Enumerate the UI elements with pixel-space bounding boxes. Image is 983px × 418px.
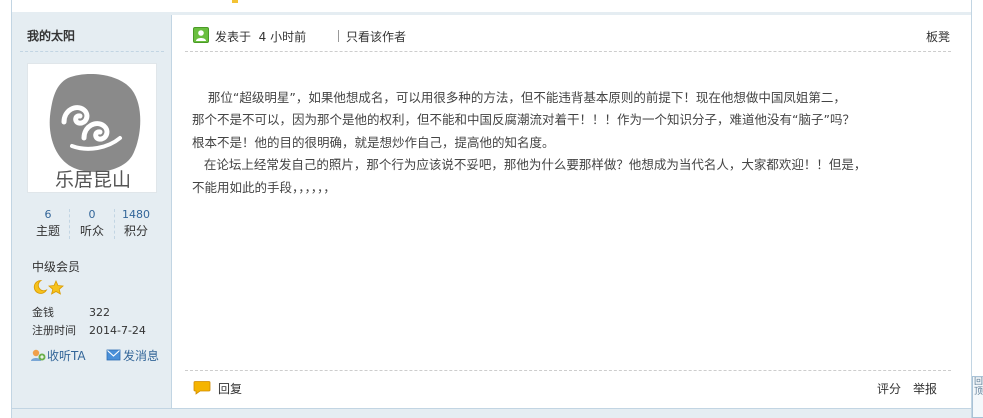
only-author-link[interactable]: 只看该作者 [346,28,406,45]
money-row: 金钱 322 [32,304,110,320]
regtime-row: 注册时间 2014-7-24 [32,322,146,338]
star-icon [48,280,64,295]
posted-time-value: 4 小时前 [258,30,307,44]
rank-icons [32,279,72,295]
reply-icon [193,381,211,395]
content-line: 那个不是不可以，因为那个是他的权利，但不能和中国反腐潮流对着干！！！作为一个知识… [192,112,855,127]
send-message-label[interactable]: 发消息 [123,347,159,364]
previous-post-bottom [12,0,971,15]
stat-points-value[interactable]: 1480 [114,207,158,222]
author-sidebar: 我的太阳 乐居昆山 6 主题 0 听众 1480 积分 中级会员 金钱 322 … [12,15,172,408]
follow-label[interactable]: 收听TA [47,347,86,364]
avatar[interactable]: 乐居昆山 [27,63,157,193]
stat-points[interactable]: 1480 积分 [114,207,158,241]
content-line: 不能用如此的手段，，，，，， [192,179,336,195]
online-author-icon [193,27,209,43]
money-label: 金钱 [32,306,54,319]
svg-text:乐居昆山: 乐居昆山 [55,169,131,191]
content-line: 根本不是！他的目的很明确，就是想炒作自己，提高他的知名度。 [192,134,555,150]
regtime-value: 2014-7-24 [89,324,146,337]
regtime-label: 注册时间 [32,324,76,337]
post-main: 发表于 4 小时前 只看该作者 板凳 那位“超级明星”，如果他想成名，可以用很多… [173,15,971,408]
stat-threads-label: 主题 [35,224,60,238]
stat-followers-label: 听众 [79,224,104,238]
right-frame-border [971,0,972,418]
stat-followers-value[interactable]: 0 [70,207,114,222]
reply-label[interactable]: 回复 [218,380,242,397]
envelope-icon [106,349,121,361]
footer-divider [185,370,951,371]
header-divider [185,51,951,52]
post-time: 发表于 4 小时前 [215,28,306,45]
next-post-divider [12,408,971,418]
back-to-top-button[interactable]: 回 顶 [972,376,983,418]
user-grade[interactable]: 中级会员 [32,258,80,275]
content-line: 在论坛上经常发自己的照片，那个行为应该说不妥吧，那他为什么要那样做？他想成为当代… [192,157,867,172]
post-header: 发表于 4 小时前 只看该作者 板凳 [193,27,953,47]
report-link[interactable]: 举报 [913,380,937,397]
previous-post-icon-fragment [232,0,238,3]
post-content: 那位“超级明星”，如果他想成名，可以用很多种的方法，但不能违背基本原则的前提下！… [192,64,952,244]
scroll-widget-char: 回 [974,377,983,387]
money-value: 322 [89,306,110,319]
stat-points-label: 积分 [123,224,148,238]
author-username[interactable]: 我的太阳 [27,27,75,44]
follow-icon [31,349,46,361]
floor-number[interactable]: 板凳 [926,28,950,45]
stat-threads[interactable]: 6 主题 [26,207,70,241]
reply-button[interactable]: 回复 [193,378,273,398]
author-stats: 6 主题 0 听众 1480 积分 [26,207,158,241]
moon-icon [33,280,48,294]
avatar-logo: 乐居昆山 [49,74,141,191]
rate-link[interactable]: 评分 [877,380,901,397]
sidebar-divider [20,51,164,52]
scroll-widget-char: 顶 [974,387,983,397]
header-separator [338,30,339,42]
posted-prefix: 发表于 [215,30,252,44]
stat-threads-value[interactable]: 6 [26,207,70,222]
stat-followers[interactable]: 0 听众 [70,207,114,241]
content-line: 那位“超级明星”，如果他想成名，可以用很多种的方法，但不能违背基本原则的前提下！… [192,89,846,105]
